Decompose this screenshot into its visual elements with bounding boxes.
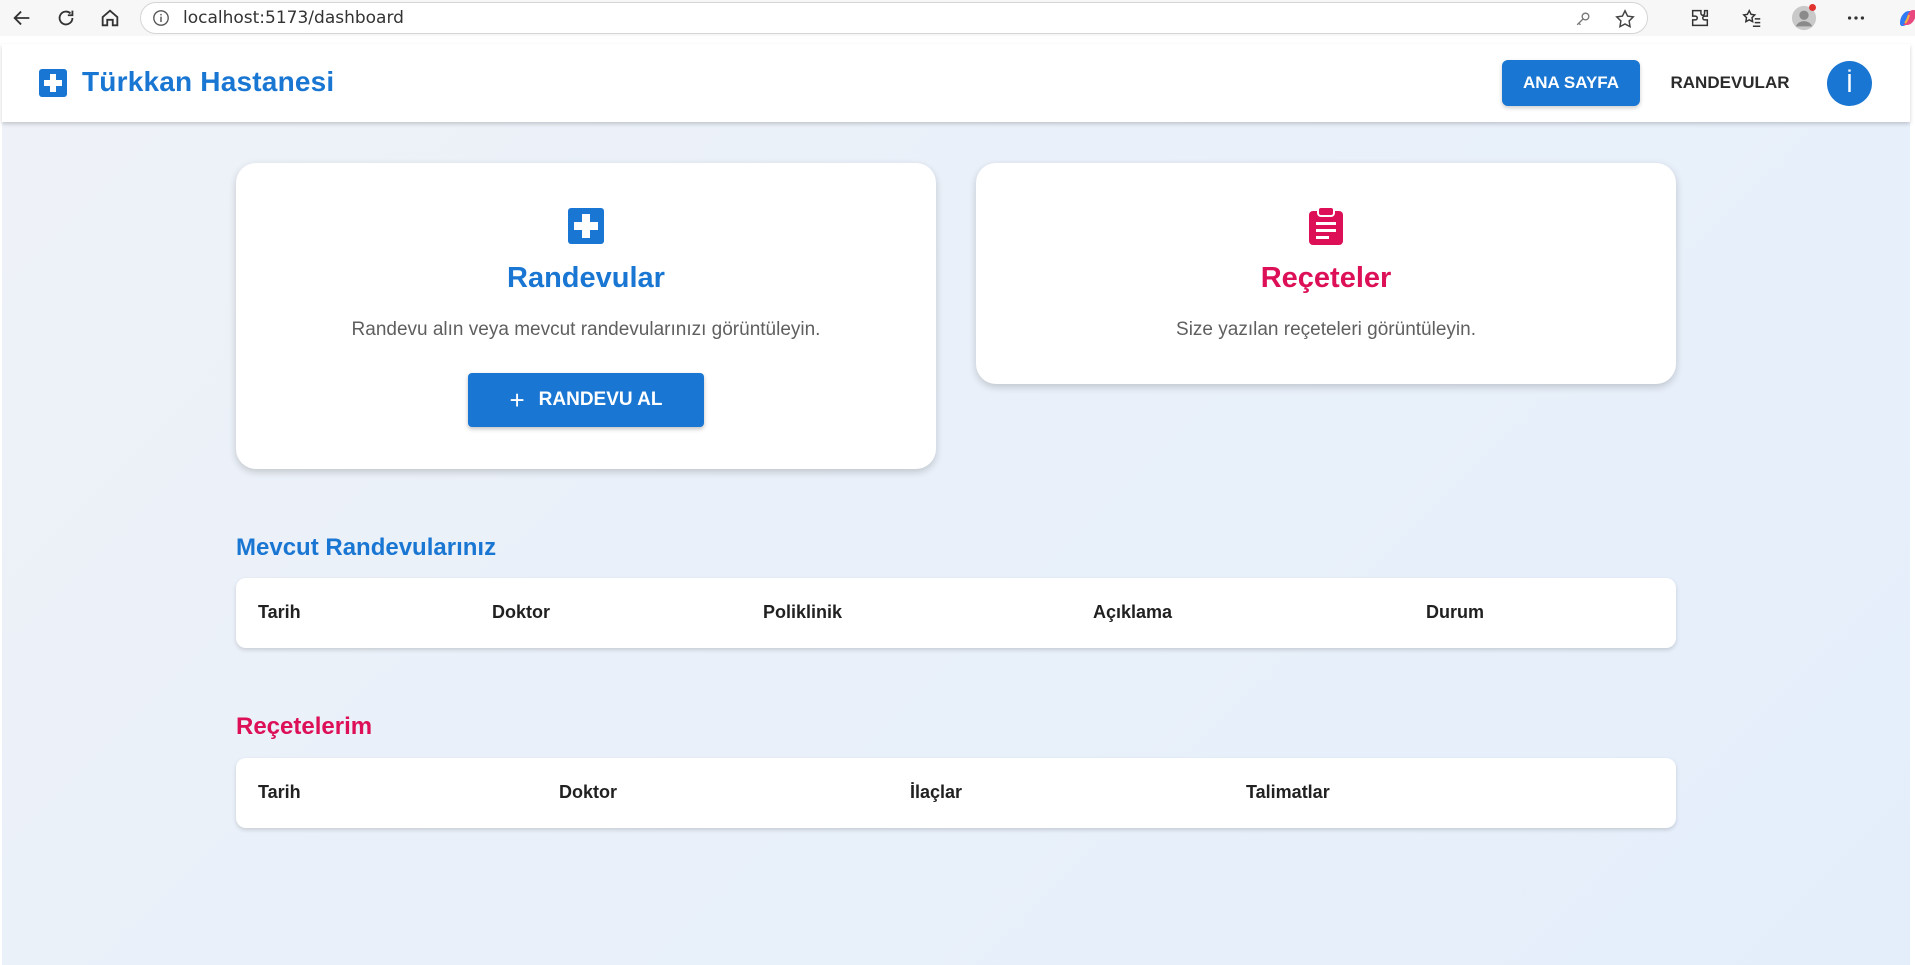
user-avatar[interactable]: İ — [1827, 61, 1872, 106]
medical-cross-icon — [568, 207, 604, 245]
reload-icon[interactable] — [44, 0, 88, 36]
appointments-card-description: Randevu alın veya mevcut randevularınızı… — [351, 319, 821, 340]
book-appointment-button[interactable]: + RANDEVU AL — [468, 373, 704, 427]
hospital-cross-icon — [38, 68, 68, 98]
plus-icon: + — [509, 385, 525, 415]
table-header-cell: Açıklama — [1093, 602, 1173, 622]
appointments-table: Tarih Doktor Poliklinik Açıklama Durum — [236, 578, 1676, 648]
profile-icon[interactable] — [1784, 2, 1824, 34]
copilot-icon[interactable] — [1888, 2, 1915, 34]
home-icon[interactable] — [88, 0, 132, 36]
nav-appointments-button[interactable]: RANDEVULAR — [1662, 60, 1798, 106]
table-header-cell: Doktor — [559, 782, 617, 802]
brand-title[interactable]: Türkkan Hastanesi — [82, 66, 334, 98]
dashboard-main: Randevular Randevu alın veya mevcut rand… — [2, 122, 1910, 965]
address-bar[interactable]: localhost:5173/dashboard — [140, 2, 1648, 34]
back-arrow-icon[interactable] — [0, 0, 44, 36]
table-header-cell: Durum — [1426, 602, 1484, 622]
table-header-cell: Tarih — [258, 782, 301, 802]
info-icon[interactable] — [151, 8, 171, 28]
url-text: localhost:5173/dashboard — [183, 8, 404, 28]
clipboard-icon — [1308, 206, 1344, 245]
prescriptions-table: Tarih Doktor İlaçlar Talimatlar — [236, 758, 1676, 828]
table-header-cell: Talimatlar — [1246, 782, 1330, 802]
table-header-cell: Poliklinik — [763, 602, 843, 622]
extensions-icon[interactable] — [1680, 2, 1720, 34]
table-header-cell: İlaçlar — [910, 782, 963, 802]
appointments-card: Randevular Randevu alın veya mevcut rand… — [236, 163, 936, 469]
table-header-cell: Doktor — [492, 602, 550, 622]
browser-toolbar: localhost:5173/dashboard — [0, 0, 1915, 36]
nav-home-button[interactable]: ANA SAYFA — [1502, 60, 1640, 106]
appointments-card-title: Randevular — [507, 262, 665, 294]
prescriptions-card-description: Size yazılan reçeteleri görüntüleyin. — [1176, 319, 1476, 340]
star-icon[interactable] — [1613, 7, 1637, 31]
appointments-section-title: Mevcut Randevularınız — [236, 534, 497, 561]
prescriptions-card: Reçeteler Size yazılan reçeteleri görünt… — [976, 163, 1676, 384]
more-icon[interactable] — [1836, 2, 1876, 34]
prescriptions-section-title: Reçetelerim — [236, 713, 373, 740]
prescriptions-card-title: Reçeteler — [1260, 262, 1392, 294]
book-appointment-label: RANDEVU AL — [538, 389, 663, 410]
key-icon[interactable] — [1571, 7, 1595, 31]
favorites-icon[interactable] — [1732, 2, 1772, 34]
app-header: Türkkan Hastanesi ANA SAYFA RANDEVULAR İ — [2, 44, 1910, 122]
table-header-cell: Tarih — [258, 602, 301, 622]
